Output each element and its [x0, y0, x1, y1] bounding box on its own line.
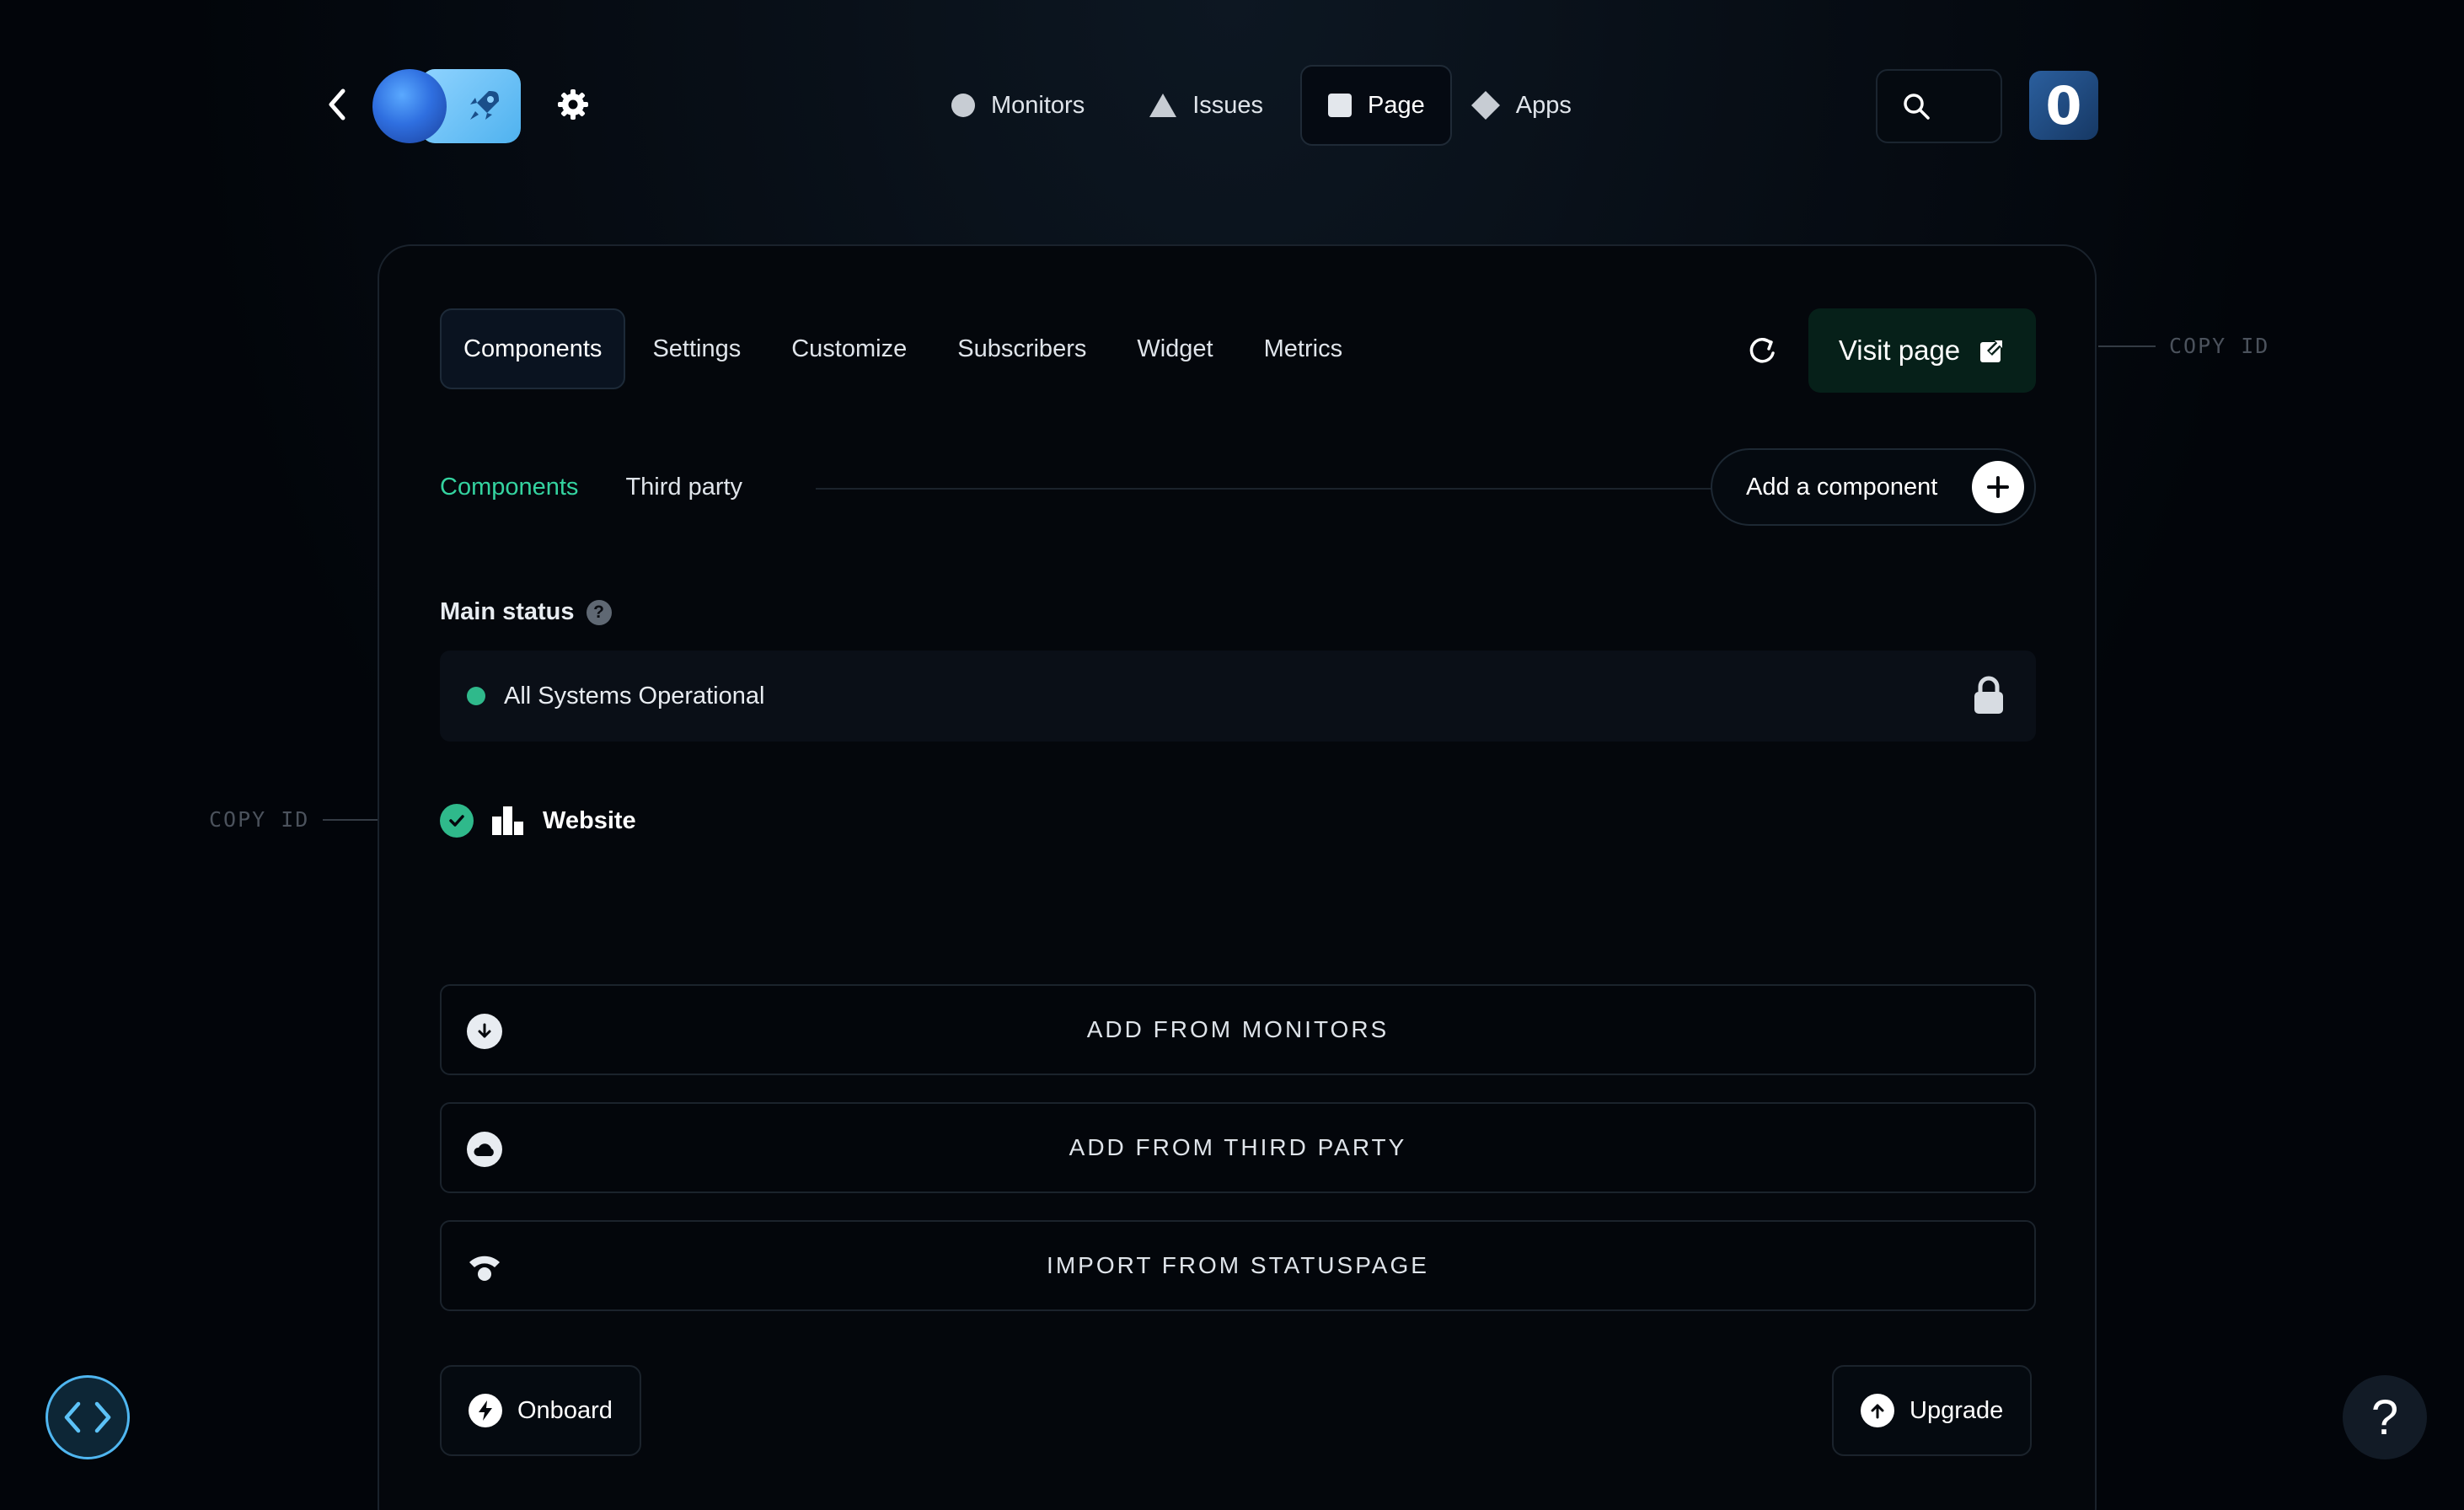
upgrade-button[interactable]: Upgrade — [1832, 1365, 2033, 1456]
search-icon — [1904, 94, 1930, 120]
diamond-icon — [1470, 91, 1500, 120]
refresh-icon — [1749, 338, 1775, 363]
nav-apps-label: Apps — [1515, 91, 1572, 119]
code-brackets-icon — [64, 1401, 111, 1433]
add-from-monitors-label: ADD FROM MONITORS — [1086, 1016, 1390, 1042]
onboard-label: Onboard — [517, 1396, 613, 1424]
plus-icon — [1972, 461, 2024, 513]
copy-id-right[interactable]: COPY ID — [2098, 334, 2269, 358]
upgrade-label: Upgrade — [1910, 1396, 2004, 1424]
tab-customize[interactable]: Customize — [768, 308, 930, 389]
lightning-icon — [469, 1394, 502, 1427]
main-status-heading: Main status ? — [440, 598, 612, 626]
add-from-monitors-button[interactable]: ADD FROM MONITORS — [440, 984, 2036, 1075]
nav-monitors-label: Monitors — [991, 91, 1085, 119]
add-component-label: Add a component — [1746, 473, 1938, 501]
refresh-button[interactable] — [1738, 327, 1786, 376]
nav-issues[interactable]: Issues — [1122, 65, 1290, 146]
tab-settings[interactable]: Settings — [629, 308, 764, 389]
external-link-icon — [1980, 339, 2005, 362]
add-from-third-party-label: ADD FROM THIRD PARTY — [1069, 1134, 1407, 1160]
visit-page-label: Visit page — [1838, 335, 1961, 366]
import-from-statuspage-label: IMPORT FROM STATUSPAGE — [1047, 1252, 1429, 1278]
planet-icon — [372, 69, 447, 143]
top-bar: Monitors Issues Page Apps 0 — [0, 0, 2464, 211]
back-button[interactable] — [319, 86, 356, 123]
tab-widget[interactable]: Widget — [1113, 308, 1236, 389]
connector-line — [323, 818, 381, 821]
import-from-statuspage-button[interactable]: IMPORT FROM STATUSPAGE — [440, 1220, 2036, 1311]
nav-page-label: Page — [1368, 91, 1425, 119]
lock-icon[interactable] — [1974, 676, 2004, 715]
help-icon[interactable]: ? — [586, 599, 612, 625]
connector-line — [2098, 345, 2156, 347]
settings-gear-button[interactable] — [551, 83, 595, 126]
developer-tools-button[interactable] — [46, 1375, 130, 1459]
tab-components[interactable]: Components — [440, 308, 626, 389]
rocket-icon — [470, 91, 499, 120]
statuspage-icon — [467, 1250, 502, 1285]
subtab-components[interactable]: Components — [440, 474, 578, 501]
circle-icon — [951, 94, 975, 117]
app-logo[interactable] — [372, 69, 521, 143]
component-name: Website — [543, 806, 636, 834]
onboard-button[interactable]: Onboard — [440, 1365, 641, 1456]
main-status-value: All Systems Operational — [504, 682, 765, 709]
subtab-third-party[interactable]: Third party — [625, 474, 742, 501]
status-dot — [467, 687, 485, 705]
gear-icon — [558, 89, 588, 120]
main-nav: Monitors Issues Page Apps — [924, 64, 1599, 147]
component-item-website[interactable]: Website — [440, 804, 636, 838]
avatar[interactable]: 0 — [2029, 71, 2098, 140]
nav-apps[interactable]: Apps — [1462, 65, 1599, 146]
tab-metrics[interactable]: Metrics — [1240, 308, 1366, 389]
help-question-icon: ? — [2370, 1390, 2399, 1445]
tab-subscribers[interactable]: Subscribers — [934, 308, 1110, 389]
status-page-card: Components Settings Customize Subscriber… — [378, 244, 2097, 1510]
arrow-up-circle-icon — [1861, 1394, 1894, 1427]
nav-issues-label: Issues — [1192, 91, 1264, 119]
chevron-left-icon — [329, 88, 345, 120]
add-from-third-party-button[interactable]: ADD FROM THIRD PARTY — [440, 1102, 2036, 1193]
copy-id-left[interactable]: COPY ID — [209, 807, 381, 832]
add-component-button[interactable]: Add a component — [1711, 448, 2036, 526]
search-button[interactable] — [1876, 69, 2002, 143]
arrow-down-circle-icon — [467, 1014, 502, 1049]
component-subtabs: Components Third party — [440, 474, 742, 501]
copy-id-right-label: COPY ID — [2169, 334, 2270, 358]
main-status-label: Main status — [440, 598, 575, 625]
nav-monitors[interactable]: Monitors — [924, 65, 1111, 146]
page-tabs: Components Settings Customize Subscriber… — [440, 308, 1366, 389]
bar-chart-icon — [492, 806, 523, 835]
divider — [816, 488, 1719, 490]
triangle-icon — [1149, 94, 1177, 117]
help-button[interactable]: ? — [2343, 1375, 2427, 1459]
main-status-row[interactable]: All Systems Operational — [440, 651, 2036, 742]
avatar-initial: 0 — [2045, 74, 2082, 137]
cloud-icon — [467, 1132, 502, 1167]
square-icon — [1328, 94, 1353, 117]
visit-page-button[interactable]: Visit page — [1808, 308, 2036, 393]
nav-page[interactable]: Page — [1300, 65, 1452, 146]
copy-id-left-label: COPY ID — [209, 807, 310, 832]
check-circle-icon — [440, 804, 474, 838]
